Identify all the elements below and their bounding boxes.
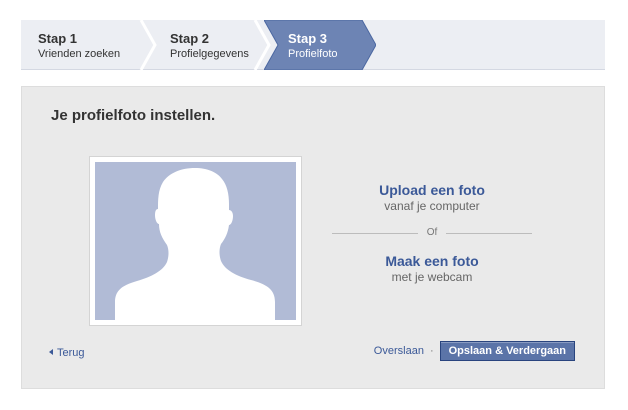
step-1[interactable]: Stap 1 Vrienden zoeken [21,20,149,70]
profile-photo-panel: Je profielfoto instellen. Upload een fot… [21,86,605,389]
step-2-title: Stap 2 [170,31,210,46]
back-link[interactable]: Terug [49,346,85,360]
page-title: Je profielfoto instellen. [51,107,216,124]
step-1-title: Stap 1 [38,31,78,46]
webcam-photo-subtitle: met je webcam [391,270,473,284]
profile-photo-frame [89,156,302,326]
or-divider: Of [332,226,532,240]
step-3-subtitle: Profielfoto [288,48,338,60]
photo-options: Upload een foto vanaf je computer Of Maa… [332,181,532,285]
step-bar: Stap 1 Vrienden zoeken Stap 2 Profielgeg… [21,20,605,70]
upload-photo-subtitle: vanaf je computer [384,199,480,213]
skip-link[interactable]: Overslaan [374,345,424,357]
step-1-subtitle: Vrienden zoeken [38,48,121,60]
step-2[interactable]: Stap 2 Profielgegevens [149,20,266,70]
back-label: Terug [57,347,85,359]
separator-dot: · [429,345,434,357]
default-avatar-icon [115,168,275,320]
webcam-photo-link[interactable]: Maak een foto [332,252,532,270]
divider-line-right [446,233,532,234]
step-2-subtitle: Profielgegevens [170,48,249,60]
footer-actions: Overslaan · Opslaan & Verdergaan [374,341,575,361]
profile-photo-placeholder [95,162,296,320]
save-continue-button[interactable]: Opslaan & Verdergaan [439,341,575,361]
upload-photo-link[interactable]: Upload een foto [332,181,532,199]
step-3-title: Stap 3 [288,31,328,46]
caret-left-icon [49,349,53,355]
